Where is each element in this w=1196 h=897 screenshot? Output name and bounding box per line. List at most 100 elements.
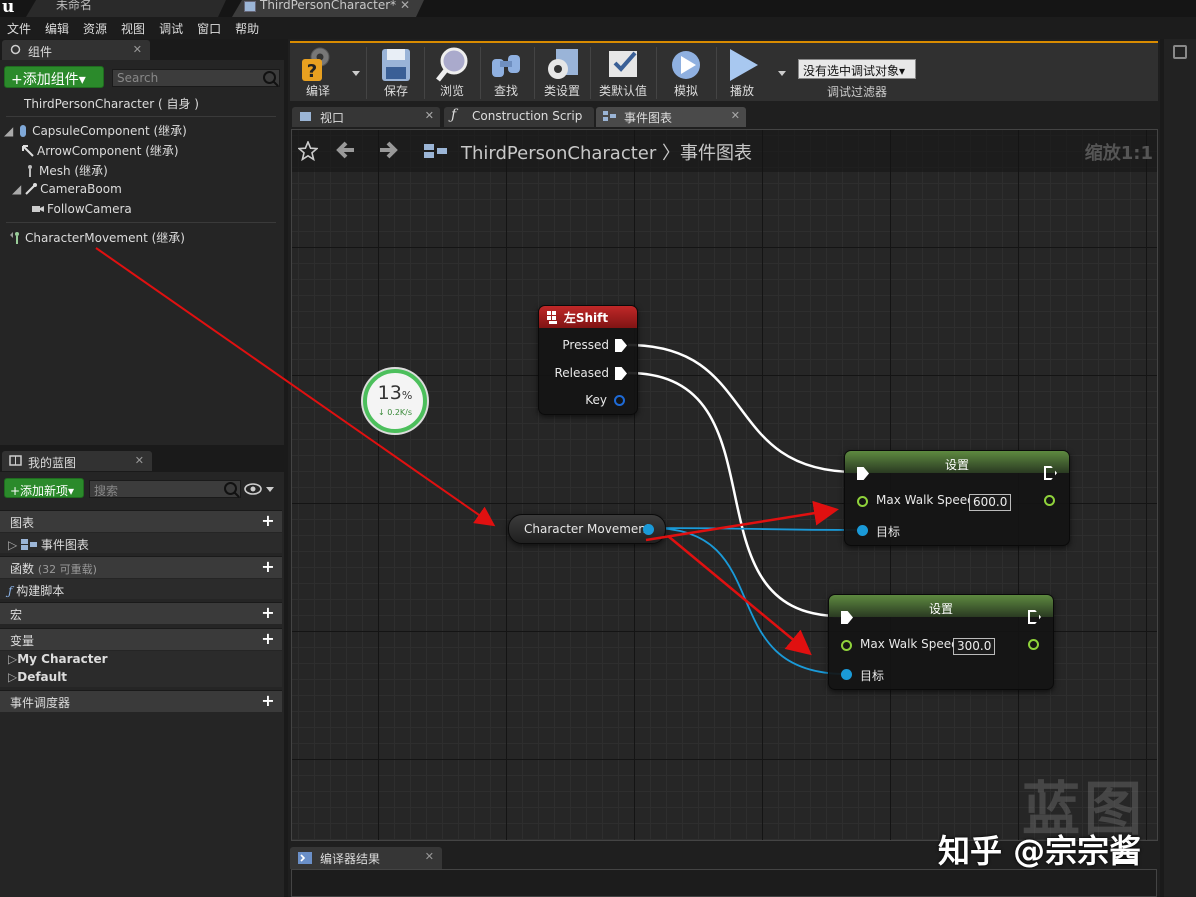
eye-icon[interactable]	[244, 483, 276, 495]
tab-my-blueprint[interactable]: 我的蓝图 ✕	[2, 451, 152, 471]
breadcrumb[interactable]: ThirdPersonCharacter 〉事件图表	[461, 139, 752, 165]
set-max-walk-speed-node-2[interactable]: 设置 Max Walk Speed 300.0 目标	[828, 594, 1054, 690]
close-icon[interactable]: ✕	[400, 0, 410, 11]
unreal-logo-icon[interactable]: u	[0, 0, 22, 17]
close-icon[interactable]: ✕	[425, 850, 434, 863]
book-icon	[9, 455, 22, 466]
tree-item-label: FollowCamera	[47, 202, 132, 216]
exec-pin-pressed[interactable]	[615, 339, 627, 352]
menu-edit[interactable]: 编辑	[38, 17, 76, 37]
divider	[6, 222, 276, 223]
section-graphs[interactable]: 图表 +	[0, 510, 282, 532]
tab-compiler-results[interactable]: 编译器结果 ✕	[290, 847, 442, 869]
details-panel-icon[interactable]	[1173, 45, 1187, 59]
list-item-construction-script[interactable]: ƒ 构建脚本	[0, 579, 282, 599]
max-walk-speed-input[interactable]: 300.0	[953, 638, 995, 655]
search-placeholder: Search	[117, 71, 159, 85]
expand-triangle-icon[interactable]: ▷	[8, 652, 17, 666]
doc-tab-thirdpersoncharacter[interactable]: ThirdPersonCharacter* ✕	[232, 0, 424, 17]
compile-button[interactable]: ? 编译	[292, 45, 344, 101]
character-movement-variable-node[interactable]: Character Movement	[508, 514, 666, 544]
speed-percent: 13%	[367, 383, 423, 406]
expand-triangle-icon[interactable]: ◢	[4, 124, 13, 138]
menu-help[interactable]: 帮助	[228, 17, 266, 37]
add-macro-plus-icon[interactable]: +	[260, 605, 276, 621]
class-defaults-button[interactable]: 类默认值	[594, 45, 652, 101]
section-variables[interactable]: 变量 +	[0, 628, 282, 650]
play-dropdown-icon[interactable]	[778, 71, 786, 76]
add-graph-plus-icon[interactable]: +	[260, 513, 276, 529]
tab-construction-script[interactable]: ƒ Construction Scrip	[444, 107, 594, 127]
compiler-results-icon	[298, 852, 312, 864]
exec-pin-released[interactable]	[615, 367, 627, 380]
float-output-pin[interactable]	[1044, 495, 1055, 506]
expand-triangle-icon[interactable]: ▷	[8, 670, 17, 684]
list-item-label: 事件图表	[40, 538, 89, 552]
blueprint-icon	[244, 1, 256, 12]
tree-item-capsule[interactable]: ◢ CapsuleComponent (继承)	[4, 122, 187, 139]
search-icon[interactable]	[224, 482, 237, 495]
add-function-plus-icon[interactable]: +	[260, 559, 276, 575]
find-button[interactable]: 查找	[480, 45, 532, 101]
class-settings-button[interactable]: 类设置	[536, 45, 588, 101]
target-input-pin[interactable]	[841, 669, 852, 680]
close-icon[interactable]: ✕	[731, 109, 740, 122]
float-output-pin[interactable]	[1028, 639, 1039, 650]
doc-tab-untitled[interactable]: 未命名	[26, 0, 226, 17]
close-icon[interactable]: ✕	[133, 43, 142, 56]
key-event-node[interactable]: 左Shift Pressed Released Key	[538, 305, 638, 415]
list-item-category-default[interactable]: ▷Default	[0, 669, 282, 687]
compile-dropdown-icon[interactable]	[352, 71, 360, 76]
save-button[interactable]: 保存	[370, 45, 422, 101]
debug-object-select[interactable]: 没有选中调试对象▾	[798, 59, 916, 79]
max-walk-speed-input[interactable]: 600.0	[969, 494, 1011, 511]
section-macros[interactable]: 宏 +	[0, 602, 282, 624]
back-arrow-icon[interactable]	[336, 140, 356, 160]
add-dispatcher-plus-icon[interactable]: +	[260, 693, 276, 709]
title-bar: u 未命名 ThirdPersonCharacter* ✕	[0, 0, 1196, 17]
menu-view[interactable]: 视图	[114, 17, 152, 37]
character-movement-icon	[10, 232, 19, 244]
section-functions[interactable]: 函数 (32 可重载) +	[0, 556, 282, 578]
tree-item-mesh[interactable]: Mesh (继承)	[24, 162, 108, 179]
star-icon[interactable]	[298, 141, 318, 161]
float-input-pin[interactable]	[857, 496, 868, 507]
menu-window[interactable]: 窗口	[190, 17, 228, 37]
target-input-pin[interactable]	[857, 525, 868, 536]
expand-triangle-icon[interactable]: ◢	[12, 182, 21, 196]
tree-item-cameraboom[interactable]: ◢ CameraBoom	[12, 182, 122, 196]
add-variable-plus-icon[interactable]: +	[260, 631, 276, 647]
menu-debug[interactable]: 调试	[152, 17, 190, 37]
search-icon[interactable]	[263, 71, 276, 84]
menu-file[interactable]: 文件	[0, 17, 38, 37]
list-item-category-mycharacter[interactable]: ▷My Character	[0, 651, 282, 669]
browse-button[interactable]: 浏览	[426, 45, 478, 101]
component-search-input[interactable]: Search	[112, 69, 280, 87]
set-max-walk-speed-node-1[interactable]: 设置 Max Walk Speed 600.0 目标	[844, 450, 1070, 546]
tab-components[interactable]: 组件 ✕	[2, 40, 150, 60]
component-self-item[interactable]: ThirdPersonCharacter ( 自身 )	[24, 95, 199, 112]
section-event-dispatchers[interactable]: 事件调度器 +	[0, 690, 282, 712]
float-input-pin[interactable]	[841, 640, 852, 651]
simulate-button[interactable]: 模拟	[660, 45, 712, 101]
magnifier-icon	[436, 47, 468, 82]
list-item-event-graph[interactable]: ▷ 事件图表	[0, 533, 282, 553]
add-new-button[interactable]: +添加新项▾	[4, 478, 84, 498]
forward-arrow-icon[interactable]	[378, 140, 398, 160]
tree-item-arrow[interactable]: ArrowComponent (继承)	[22, 142, 179, 159]
object-output-pin[interactable]	[643, 524, 654, 535]
simulate-gear-play-icon	[672, 51, 700, 79]
tree-item-followcamera[interactable]: FollowCamera	[32, 202, 132, 216]
menu-assets[interactable]: 资源	[76, 17, 114, 37]
add-component-button[interactable]: +添加组件▾	[4, 66, 104, 88]
close-icon[interactable]: ✕	[135, 454, 144, 467]
graph-header: ThirdPersonCharacter 〉事件图表 缩放1:1	[292, 130, 1157, 172]
play-button[interactable]: 播放	[716, 45, 768, 101]
expand-triangle-icon[interactable]: ▷	[8, 538, 17, 552]
blueprint-search-input[interactable]: 搜索	[89, 480, 241, 498]
tab-viewport[interactable]: 视口 ✕	[292, 107, 440, 127]
key-struct-pin[interactable]	[614, 395, 625, 406]
tree-item-charactermovement[interactable]: CharacterMovement (继承)	[10, 229, 185, 246]
tab-event-graph[interactable]: 事件图表 ✕	[596, 107, 746, 127]
close-icon[interactable]: ✕	[425, 109, 434, 122]
